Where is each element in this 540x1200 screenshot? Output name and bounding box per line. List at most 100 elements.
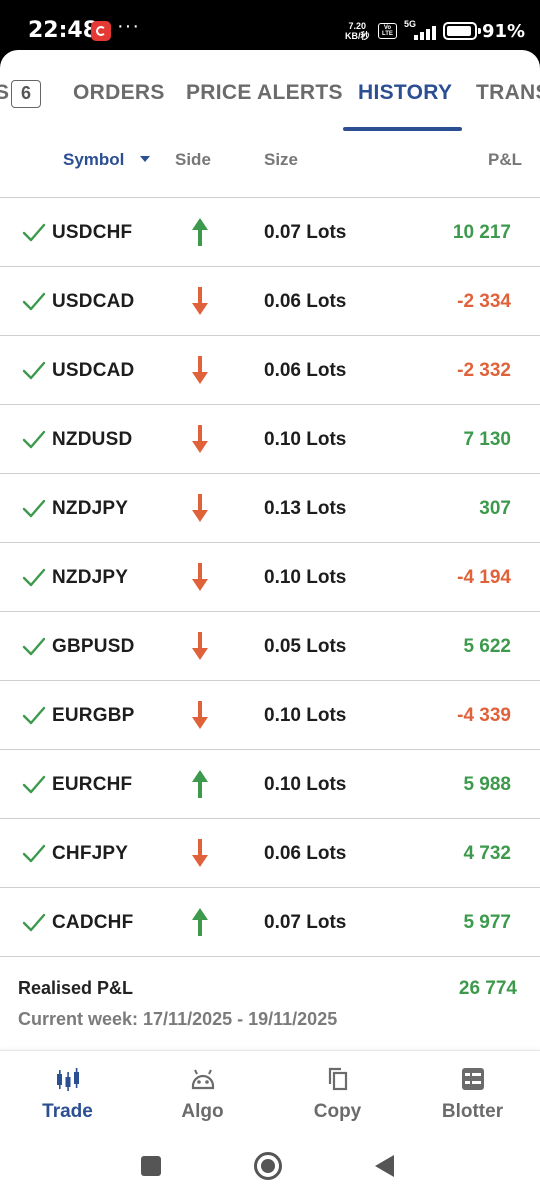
trade-size: 0.05 Lots bbox=[264, 636, 347, 657]
sell-arrow-down-icon bbox=[190, 699, 210, 731]
battery-percent: 91% bbox=[482, 21, 526, 42]
trade-size: 0.06 Lots bbox=[264, 291, 347, 312]
closed-check-icon bbox=[22, 634, 46, 658]
trade-symbol: EURGBP bbox=[52, 705, 135, 726]
realised-pnl-summary: Realised P&L 26 774 Current week: 17/11/… bbox=[0, 957, 540, 1051]
tab-positions-partial[interactable]: S bbox=[0, 81, 9, 105]
trade-symbol: USDCHF bbox=[52, 222, 133, 243]
closed-check-icon bbox=[22, 358, 46, 382]
trade-pnl: 5 988 bbox=[463, 774, 511, 795]
active-tab-indicator bbox=[343, 127, 462, 131]
volte-icon: Vo LTE bbox=[378, 23, 397, 39]
bottom-navigation: Trade Algo Copy Blotter bbox=[0, 1050, 540, 1140]
pnl-header: P&L bbox=[488, 150, 522, 169]
trade-row[interactable]: NZDJPY 0.10 Lots -4 194 bbox=[0, 543, 540, 612]
tab-transactions[interactable]: TRANS bbox=[476, 81, 540, 105]
sell-arrow-down-icon bbox=[190, 354, 210, 386]
sell-arrow-down-icon bbox=[190, 837, 210, 869]
buy-arrow-up-icon bbox=[190, 216, 210, 248]
trade-row[interactable]: GBPUSD 0.05 Lots 5 622 bbox=[0, 612, 540, 681]
sell-arrow-down-icon bbox=[190, 561, 210, 593]
trade-row[interactable]: NZDJPY 0.13 Lots 307 bbox=[0, 474, 540, 543]
trade-symbol: NZDJPY bbox=[52, 498, 129, 519]
closed-check-icon bbox=[22, 427, 46, 451]
trade-symbol: GBPUSD bbox=[52, 636, 135, 657]
nav-trade-label: Trade bbox=[42, 1101, 93, 1122]
recent-apps-button[interactable] bbox=[141, 1156, 161, 1176]
tab-history[interactable]: HISTORY bbox=[358, 81, 452, 105]
trade-row[interactable]: CHFJPY 0.06 Lots 4 732 bbox=[0, 819, 540, 888]
sell-arrow-down-icon bbox=[190, 492, 210, 524]
trade-size: 0.06 Lots bbox=[264, 843, 347, 864]
back-button[interactable] bbox=[375, 1155, 394, 1177]
realised-pnl-label: Realised P&L bbox=[18, 978, 134, 998]
tab-orders[interactable]: ORDERS bbox=[73, 81, 165, 105]
nav-copy[interactable]: Copy bbox=[270, 1051, 405, 1141]
trade-row[interactable]: CADCHF 0.07 Lots 5 977 bbox=[0, 888, 540, 957]
tab-price-alerts[interactable]: PRICE ALERTS bbox=[186, 81, 343, 105]
trade-symbol: NZDJPY bbox=[52, 567, 129, 588]
nav-copy-label: Copy bbox=[313, 1101, 362, 1122]
copy-icon bbox=[328, 1067, 348, 1091]
closed-check-icon bbox=[22, 841, 46, 865]
closed-check-icon bbox=[22, 703, 46, 727]
trade-row[interactable]: USDCHF 0.07 Lots 10 217 bbox=[0, 198, 540, 267]
trade-size: 0.10 Lots bbox=[264, 567, 347, 588]
trade-pnl: -2 334 bbox=[457, 291, 511, 312]
positions-count-badge[interactable]: 6 bbox=[11, 80, 41, 108]
candlestick-icon bbox=[57, 1068, 79, 1091]
trade-pnl: 5 977 bbox=[463, 912, 511, 933]
sort-dropdown-icon[interactable] bbox=[140, 156, 150, 162]
closed-check-icon bbox=[22, 565, 46, 589]
trade-row[interactable]: EURCHF 0.10 Lots 5 988 bbox=[0, 750, 540, 819]
app-sheet: S 6 ORDERS PRICE ALERTS HISTORY TRANS Sy… bbox=[0, 50, 540, 1200]
closed-check-icon bbox=[22, 220, 46, 244]
trade-size: 0.10 Lots bbox=[264, 429, 347, 450]
trade-row[interactable]: NZDUSD 0.10 Lots 7 130 bbox=[0, 405, 540, 474]
network-speed: 7.20 KB/秒 bbox=[345, 21, 370, 41]
sell-arrow-down-icon bbox=[190, 423, 210, 455]
nav-algo-label: Algo bbox=[181, 1101, 224, 1122]
more-notifications-icon: ··· bbox=[117, 15, 140, 37]
trade-row[interactable]: USDCAD 0.06 Lots -2 334 bbox=[0, 267, 540, 336]
trade-row[interactable]: USDCAD 0.06 Lots -2 332 bbox=[0, 336, 540, 405]
trade-row[interactable]: EURGBP 0.10 Lots -4 339 bbox=[0, 681, 540, 750]
realised-pnl-value: 26 774 bbox=[458, 978, 517, 999]
closed-check-icon bbox=[22, 289, 46, 313]
size-header: Size bbox=[264, 150, 299, 169]
status-bar: 22:48 ··· 7.20 KB/秒 Vo LTE 5G 91% bbox=[0, 0, 540, 56]
signal-icon bbox=[404, 24, 436, 40]
trade-size: 0.07 Lots bbox=[264, 222, 347, 243]
trade-symbol: CADCHF bbox=[52, 912, 134, 933]
trade-pnl: 10 217 bbox=[452, 222, 511, 243]
trade-symbol: EURCHF bbox=[52, 774, 133, 795]
home-button[interactable] bbox=[254, 1152, 282, 1180]
sell-arrow-down-icon bbox=[190, 285, 210, 317]
trade-pnl: 307 bbox=[479, 498, 511, 519]
trade-symbol: NZDUSD bbox=[52, 429, 133, 450]
trade-size: 0.10 Lots bbox=[264, 774, 347, 795]
trade-pnl: 4 732 bbox=[463, 843, 511, 864]
trade-size: 0.07 Lots bbox=[264, 912, 347, 933]
network-speed-value: 7.20 bbox=[348, 21, 367, 31]
app-notification-icon bbox=[91, 21, 111, 41]
trade-pnl: -4 194 bbox=[457, 567, 511, 588]
trade-symbol: USDCAD bbox=[52, 291, 135, 312]
trade-pnl: -2 332 bbox=[457, 360, 511, 381]
trade-pnl: 7 130 bbox=[463, 429, 511, 450]
side-header: Side bbox=[175, 150, 211, 169]
nav-trade[interactable]: Trade bbox=[0, 1051, 135, 1141]
trade-pnl: 5 622 bbox=[463, 636, 511, 657]
trade-size: 0.06 Lots bbox=[264, 360, 347, 381]
trade-pnl: -4 339 bbox=[457, 705, 511, 726]
robot-icon bbox=[191, 1069, 215, 1090]
trade-symbol: USDCAD bbox=[52, 360, 135, 381]
nav-blotter[interactable]: Blotter bbox=[405, 1051, 540, 1141]
nav-algo[interactable]: Algo bbox=[135, 1051, 270, 1141]
trade-size: 0.13 Lots bbox=[264, 498, 347, 519]
trade-size: 0.10 Lots bbox=[264, 705, 347, 726]
blotter-icon bbox=[462, 1068, 484, 1090]
tab-bar: S 6 ORDERS PRICE ALERTS HISTORY TRANS bbox=[0, 50, 540, 132]
closed-check-icon bbox=[22, 910, 46, 934]
symbol-sort-header[interactable]: Symbol bbox=[63, 150, 124, 170]
